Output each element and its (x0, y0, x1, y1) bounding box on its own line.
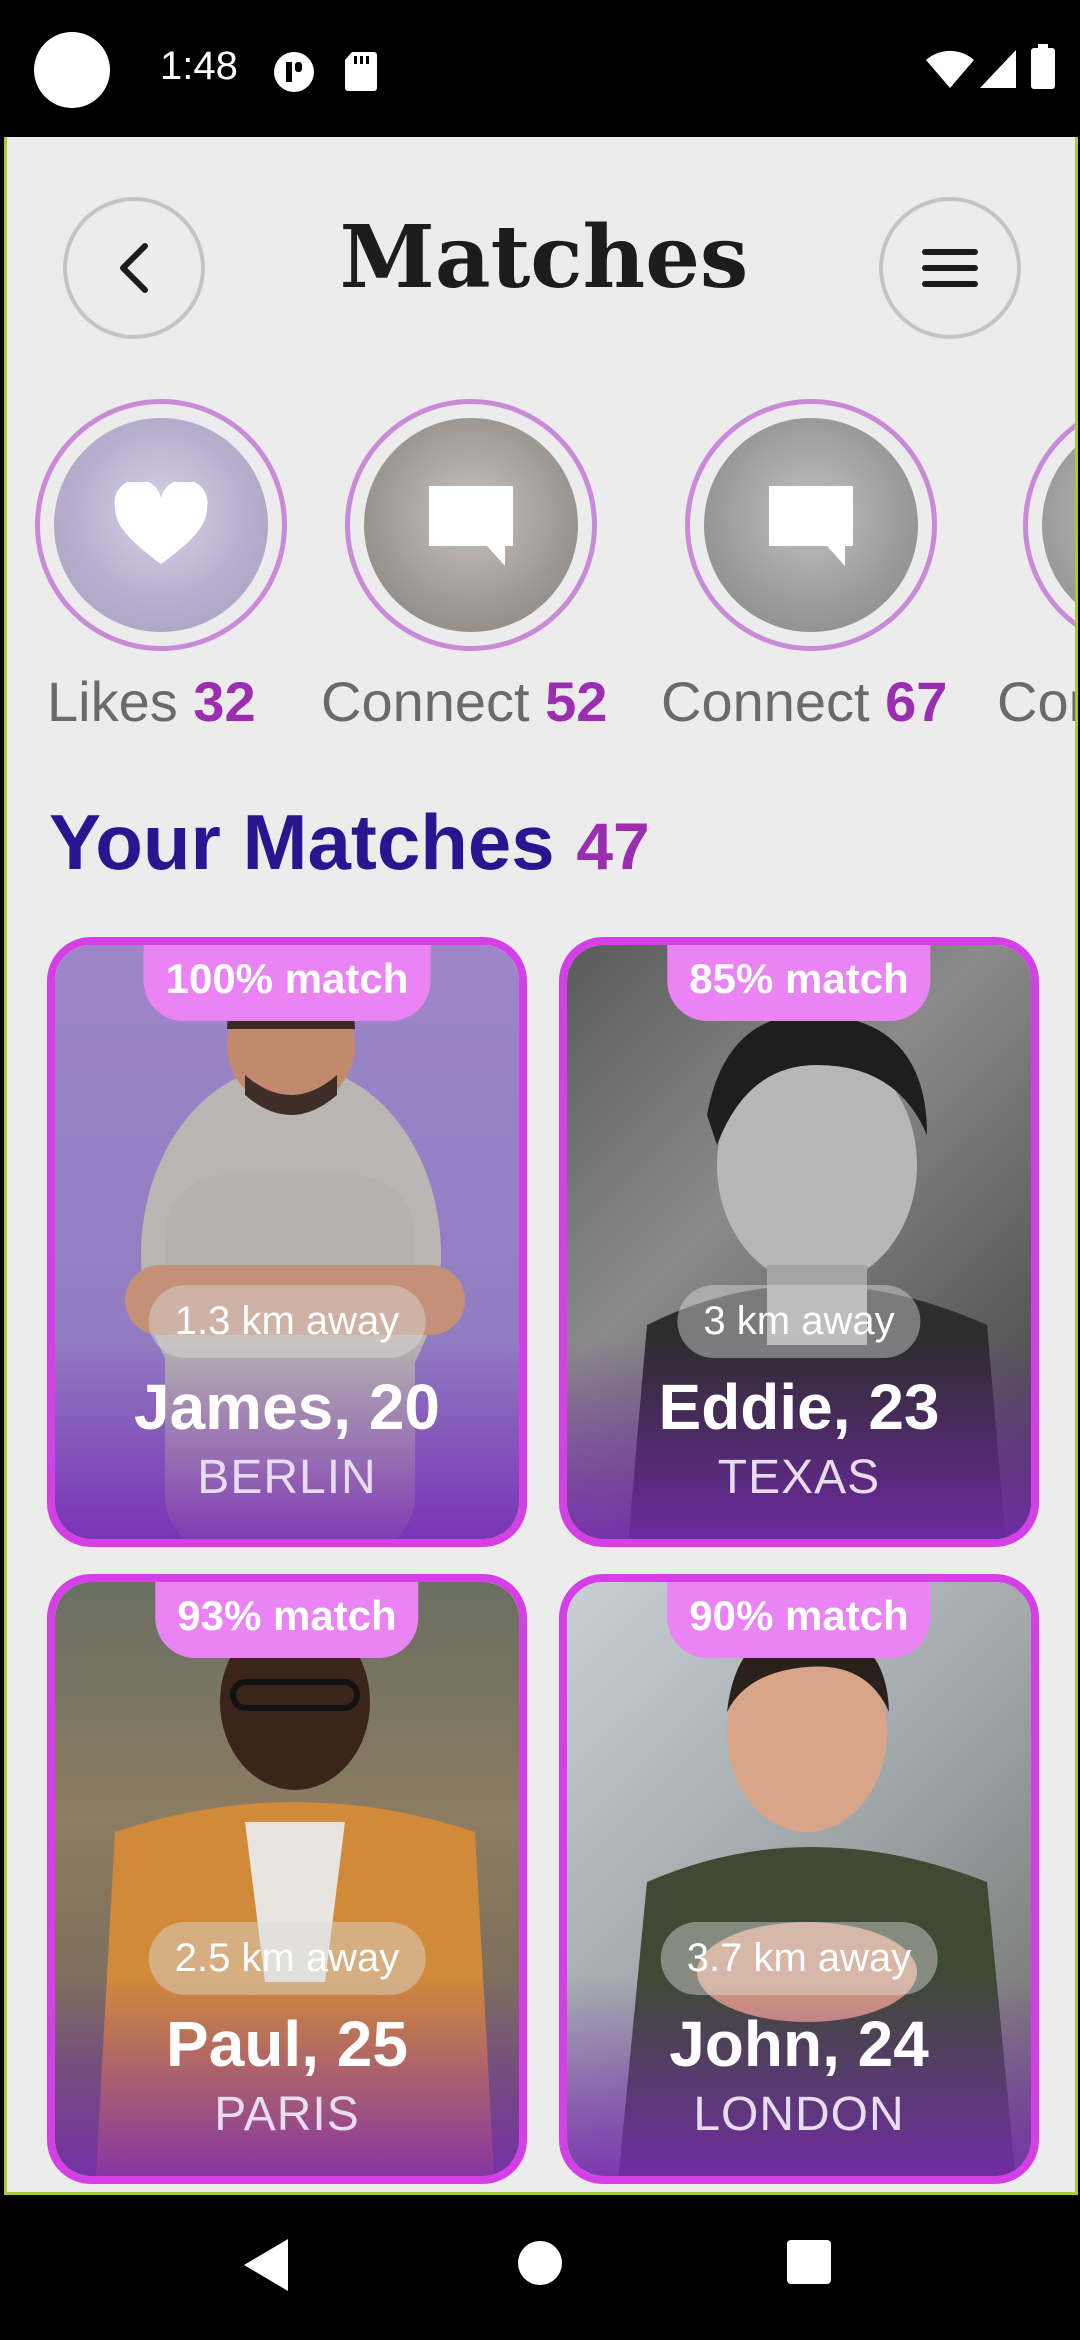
nav-home-button[interactable] (516, 2239, 564, 2292)
match-percentage-badge: 100% match (143, 945, 431, 1021)
sd-card-icon (344, 50, 378, 92)
match-percentage-badge: 90% match (667, 1582, 931, 1658)
matches-screen: Matches Likes 32 Connect 52 Connect 67 C… (4, 137, 1078, 2195)
distance-badge: 1.3 km away (148, 1285, 426, 1358)
story-label: Connect 52 (321, 670, 608, 729)
match-card[interactable]: 85% match 3 km away Eddie, 23 TEXAS (559, 937, 1039, 1547)
match-card[interactable]: 100% match 1.3 km away James, 20 BERLIN (47, 937, 527, 1547)
profile-city: PARIS (214, 2088, 360, 2141)
story-avatar (54, 418, 268, 632)
system-navigation-bar (0, 2195, 1080, 2340)
story-label: Connect 67 (661, 670, 948, 729)
story-avatar (1042, 418, 1075, 632)
phone-frame: 1:48 Matches Likes 32 Connect 52 Connect… (0, 0, 1080, 2340)
circle-home-icon (518, 2241, 562, 2285)
menu-button[interactable] (879, 197, 1021, 339)
story-avatar (704, 418, 918, 632)
heart-icon (114, 482, 208, 564)
profile-name-age: John, 24 (669, 2008, 929, 2080)
story-label: Connect (997, 670, 1075, 729)
match-card[interactable]: 90% match 3.7 km away John, 24 LONDON (559, 1574, 1039, 2184)
match-percentage-badge: 93% match (155, 1582, 419, 1658)
triangle-back-icon (244, 2239, 288, 2291)
status-bar: 1:48 (0, 0, 1080, 137)
battery-icon (1030, 44, 1056, 90)
status-time: 1:48 (160, 44, 238, 88)
story-label: Likes 32 (47, 670, 256, 729)
wifi-icon (924, 48, 976, 90)
distance-badge: 3.7 km away (660, 1922, 938, 1995)
profile-name-age: Eddie, 23 (658, 1371, 940, 1443)
story-item-connect[interactable]: Connect 67 (661, 399, 1025, 729)
profile-name-age: Paul, 25 (166, 2008, 408, 2080)
hamburger-menu-icon (922, 249, 978, 287)
cell-signal-icon (978, 48, 1018, 90)
profile-city: LONDON (693, 2088, 905, 2141)
camera-cutout (34, 32, 110, 108)
story-item-connect[interactable]: Connect (997, 399, 1075, 729)
profile-city: TEXAS (717, 1451, 881, 1504)
distance-badge: 2.5 km away (148, 1922, 426, 1995)
profile-city: BERLIN (197, 1451, 377, 1504)
distance-badge: 3 km away (677, 1285, 921, 1358)
nav-back-button[interactable] (240, 2235, 294, 2300)
square-recents-icon (787, 2240, 831, 2284)
chat-bubble-icon (769, 486, 853, 566)
section-title: Your Matches 47 (49, 798, 650, 886)
profile-name-age: James, 20 (133, 1371, 441, 1443)
chat-bubble-icon (429, 486, 513, 566)
match-percentage-badge: 85% match (667, 945, 931, 1021)
story-row[interactable]: Likes 32 Connect 52 Connect 67 Co (7, 399, 1075, 729)
match-card[interactable]: 93% match 2.5 km away Paul, 25 PARIS (47, 1574, 527, 2184)
story-item-connect[interactable]: Connect 52 (321, 399, 685, 729)
story-avatar (364, 418, 578, 632)
nav-recents-button[interactable] (786, 2239, 832, 2290)
app-notification-icon (272, 50, 316, 94)
